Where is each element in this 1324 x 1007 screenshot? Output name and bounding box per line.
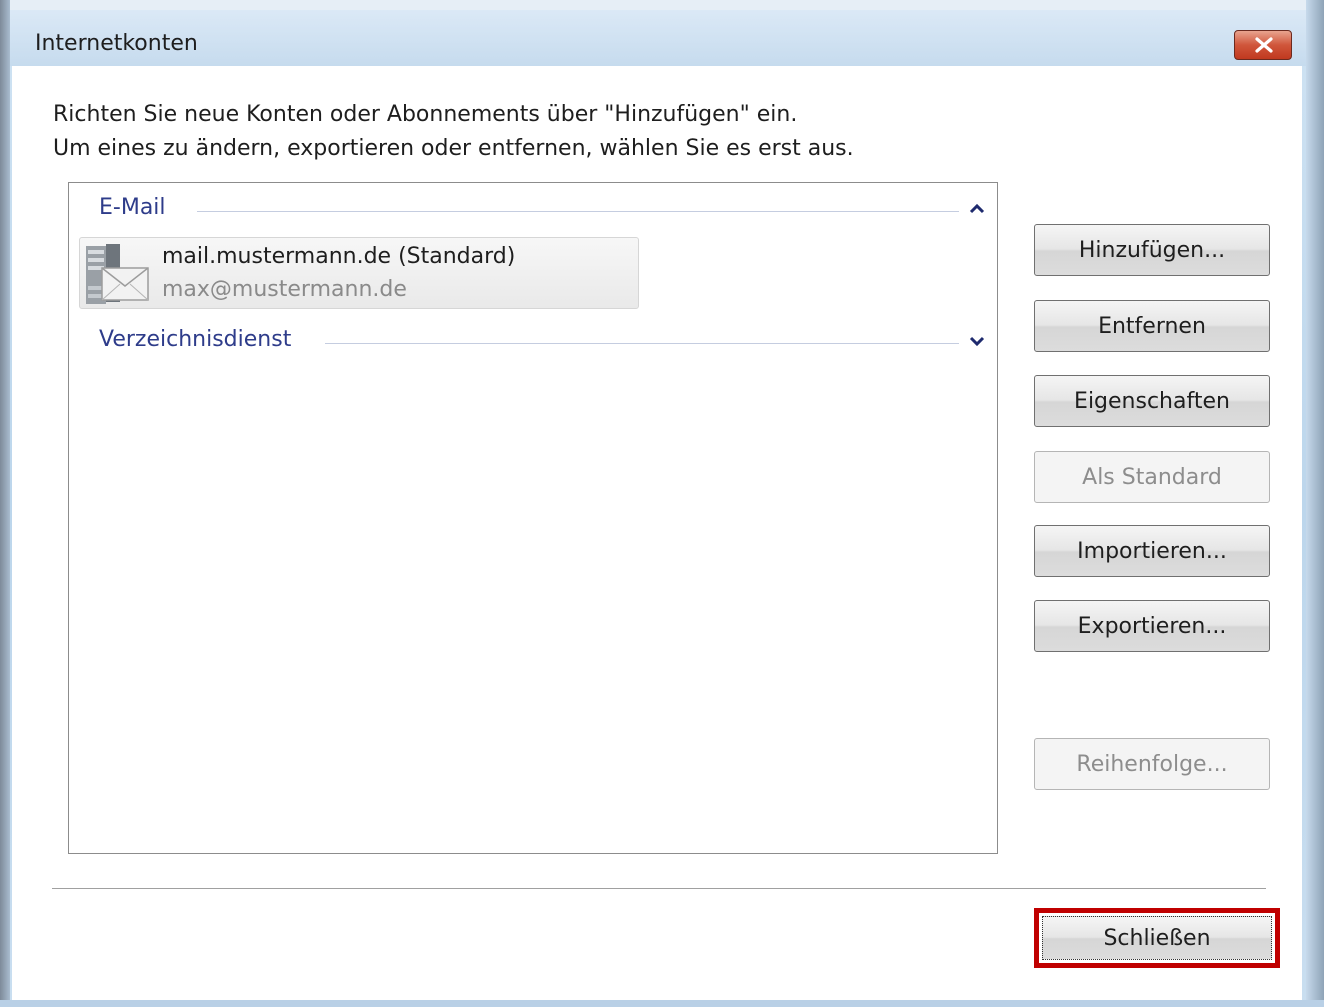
group-label-email: E-Mail bbox=[99, 195, 174, 220]
window-right-edge bbox=[1306, 0, 1324, 1007]
chevron-up-icon[interactable] bbox=[967, 199, 987, 219]
intro-line-1: Richten Sie neue Konten oder Abonnements… bbox=[53, 102, 798, 127]
group-header-directory[interactable]: Verzeichnisdienst bbox=[99, 327, 985, 357]
window-top-edge bbox=[0, 0, 1324, 10]
import-button[interactable]: Importieren... bbox=[1034, 525, 1270, 577]
mail-server-icon bbox=[86, 244, 149, 304]
account-address: max@mustermann.de bbox=[162, 277, 407, 302]
chevron-down-icon[interactable] bbox=[967, 331, 987, 351]
group-divider bbox=[197, 211, 959, 212]
export-button[interactable]: Exportieren... bbox=[1034, 600, 1270, 652]
set-default-button[interactable]: Als Standard bbox=[1034, 451, 1270, 503]
order-button[interactable]: Reihenfolge... bbox=[1034, 738, 1270, 790]
window-left-edge bbox=[0, 0, 10, 1007]
group-header-email[interactable]: E-Mail bbox=[99, 195, 985, 225]
intro-line-2: Um eines zu ändern, exportieren oder ent… bbox=[53, 136, 854, 161]
add-button[interactable]: Hinzufügen... bbox=[1034, 224, 1270, 276]
remove-button[interactable]: Entfernen bbox=[1034, 300, 1270, 352]
close-icon bbox=[1255, 37, 1273, 53]
group-divider bbox=[325, 343, 959, 344]
account-item-mail[interactable]: mail.mustermann.de (Standard) max@muster… bbox=[79, 237, 639, 309]
window-bottom-edge bbox=[0, 1000, 1324, 1007]
window-title: Internetkonten bbox=[35, 31, 198, 56]
title-bar[interactable]: Internetkonten bbox=[10, 10, 1306, 66]
accounts-list[interactable]: E-Mail mail.mustermann.de (Standard) max… bbox=[68, 182, 998, 854]
group-label-directory: Verzeichnisdienst bbox=[99, 327, 300, 352]
intro-text: Richten Sie neue Konten oder Abonnements… bbox=[53, 98, 1153, 166]
properties-button[interactable]: Eigenschaften bbox=[1034, 375, 1270, 427]
dialog-client-area: Richten Sie neue Konten oder Abonnements… bbox=[12, 66, 1302, 1000]
bottom-separator bbox=[52, 888, 1266, 892]
account-name: mail.mustermann.de (Standard) bbox=[162, 244, 516, 269]
window-close-button[interactable] bbox=[1234, 30, 1292, 60]
close-button[interactable]: Schließen bbox=[1042, 916, 1272, 960]
